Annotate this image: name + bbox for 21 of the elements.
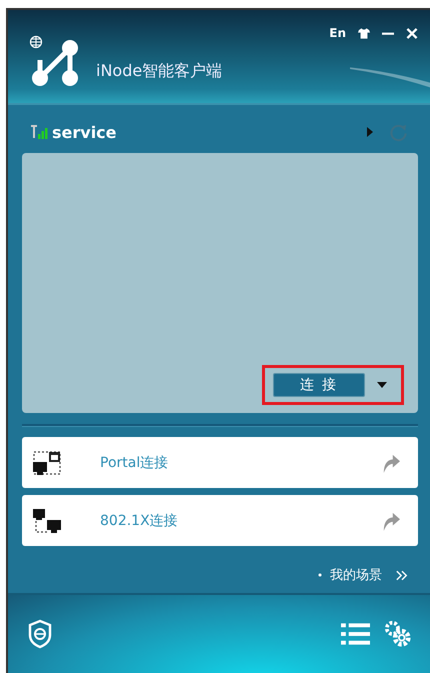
- network-computers-icon: [32, 508, 62, 534]
- connect-button[interactable]: 连 接: [273, 373, 365, 397]
- menu-icon[interactable]: [341, 622, 370, 646]
- expand-arrow-icon[interactable]: [367, 127, 373, 137]
- shield-icon[interactable]: [28, 619, 52, 649]
- curved-arrow-icon: [382, 510, 400, 530]
- connection-card[interactable]: Portal连接: [22, 437, 418, 488]
- bullet-icon: [318, 573, 322, 577]
- curved-arrow-icon: [382, 452, 400, 472]
- shirt-icon[interactable]: [358, 28, 370, 38]
- my-scenes-link[interactable]: 我的场景: [330, 566, 382, 584]
- caret-icon[interactable]: [377, 382, 387, 388]
- window-title: iNode智能客户端: [96, 60, 222, 82]
- language-link[interactable]: En: [329, 26, 346, 40]
- connection-card[interactable]: 802.1X连接: [22, 495, 418, 546]
- settings-icon[interactable]: [384, 620, 412, 648]
- network-name: service: [52, 122, 117, 142]
- close-icon[interactable]: [406, 28, 418, 38]
- signal-icon: [30, 125, 50, 139]
- portal-network-icon: [32, 450, 62, 476]
- double-chevron-icon[interactable]: [396, 570, 408, 580]
